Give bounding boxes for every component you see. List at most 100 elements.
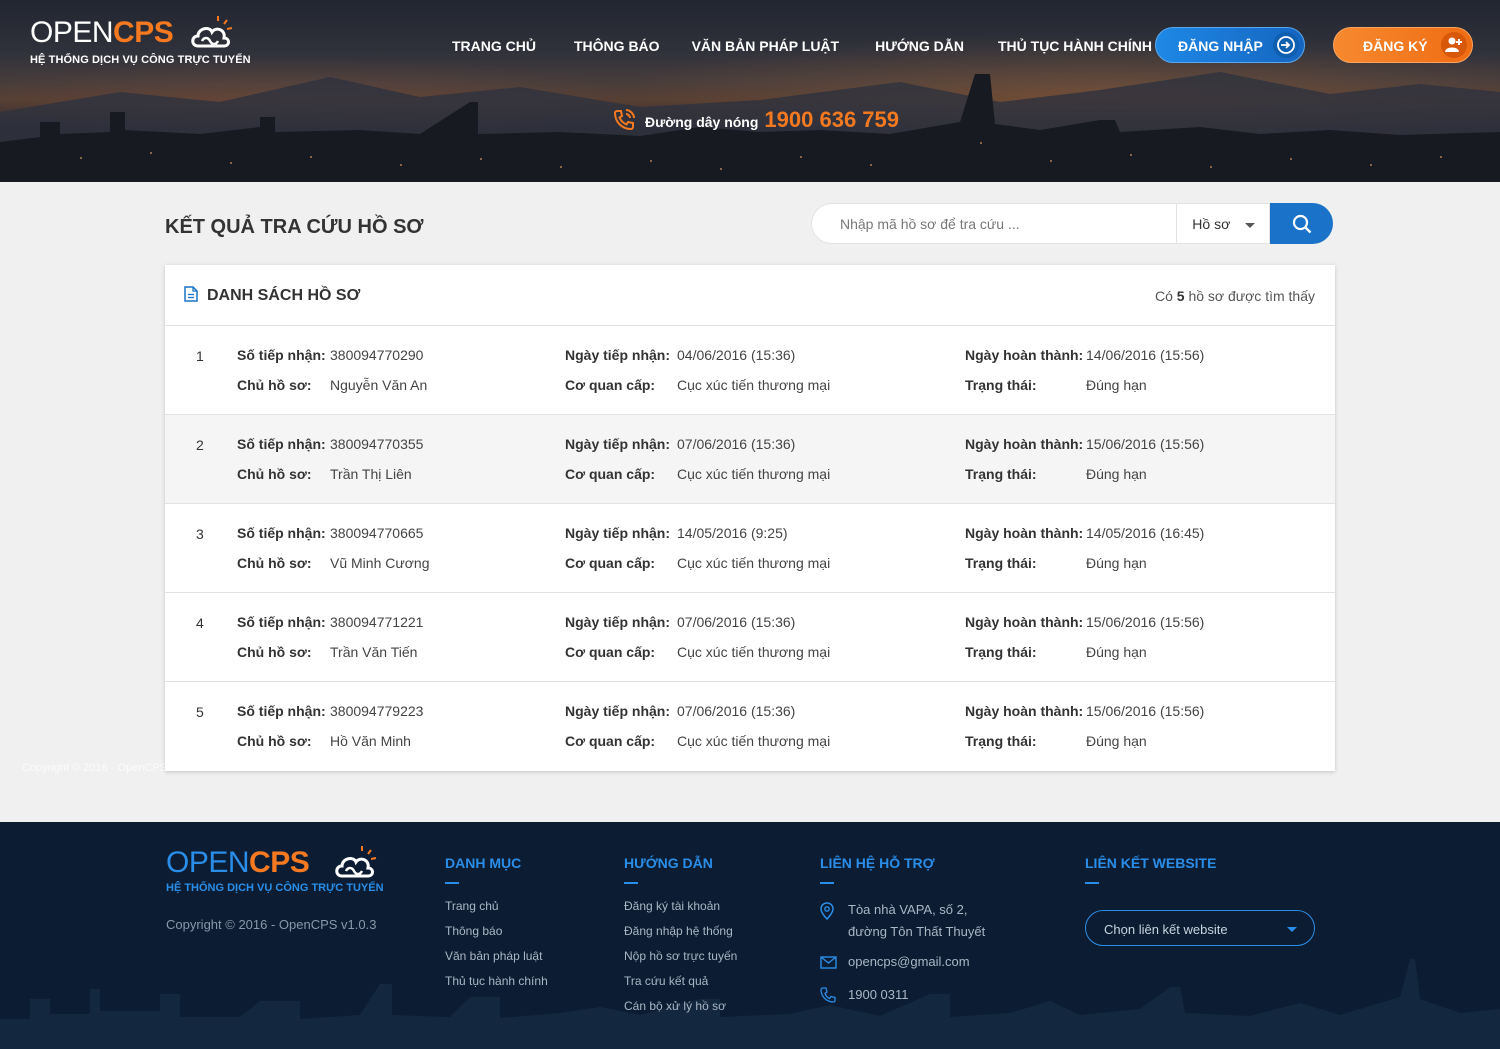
agency-value: Cục xúc tiến thương mại [677,466,831,482]
site-logo[interactable]: OPENCPS HỆ THỐNG DỊCH VỤ CÔNG TRỰC TUYẾN [30,16,251,66]
footer-link[interactable]: Tra cứu kết quả [624,974,737,999]
received-date-value: 07/06/2016 (15:36) [677,436,796,452]
result-card-header: DANH SÁCH HỒ SƠ Có 5 hồ sơ được tìm thấy [165,265,1335,326]
phone-icon [820,984,848,1010]
received-date-label: Ngày tiếp nhận: [565,614,671,630]
footer-link[interactable]: Nộp hồ sơ trực tuyến [624,949,737,974]
footer-link[interactable]: Trang chủ [445,899,548,924]
search-button[interactable] [1270,203,1334,244]
logo-tagline: HỆ THỐNG DỊCH VỤ CÔNG TRỰC TUYẾN [30,54,251,66]
owner-label: Chủ hồ sơ: [237,644,312,660]
cloud-logo-icon [335,846,377,878]
received-date-value: 04/06/2016 (15:36) [677,347,796,363]
owner-label: Chủ hồ sơ: [237,377,312,393]
contact-info: Tòa nhà VAPA, số 2, đường Tôn Thất Thuyết… [820,899,985,1010]
completed-date-value: 15/06/2016 (15:56) [1086,614,1205,630]
received-date-value: 07/06/2016 (15:36) [677,614,796,630]
chevron-down-icon [1287,927,1297,932]
completed-date-label: Ngày hoàn thành: [965,347,1084,363]
location-pin-icon [820,899,848,943]
agency-label: Cơ quan cấp: [565,377,656,393]
login-button-label: ĐĂNG NHẬP [1178,38,1263,54]
nav-thong-bao[interactable]: THÔNG BÁO [574,38,660,54]
phone-ringing-icon [613,109,635,131]
result-count-number: 5 [1176,288,1185,304]
contact-email-value[interactable]: opencps@gmail.com [848,951,970,976]
table-row[interactable]: 5 Số tiếp nhận: 380094779223 Chủ hồ sơ: … [165,682,1335,771]
agency-label: Cơ quan cấp: [565,555,656,571]
completed-date-value: 15/06/2016 (15:56) [1086,703,1205,719]
status-label: Trạng thái: [965,466,1037,482]
nav-van-ban-phap-luat[interactable]: VĂN BẢN PHÁP LUẬT [692,38,840,54]
received-date-value: 07/06/2016 (15:36) [677,703,796,719]
website-link-select[interactable]: Chọn liên kết website [1085,910,1315,946]
footer-col-title: HƯỚNG DẪN [624,855,713,871]
footer-link[interactable]: Đăng ký tài khoản [624,899,737,924]
address-line-1: Tòa nhà VAPA, số 2, [848,902,968,917]
footer-link[interactable]: Văn bản pháp luật [445,949,548,974]
row-index: 5 [196,704,204,720]
login-arrow-icon [1273,32,1299,58]
receipt-no-value: 380094770355 [330,436,424,452]
page-title: KẾT QUẢ TRA CỨU HỒ SƠ [165,216,424,238]
status-value: Đúng hạn [1086,644,1147,660]
nav-trang-chu[interactable]: TRANG CHỦ [452,38,536,54]
list-title: DANH SÁCH HỒ SƠ [207,287,361,304]
website-link-select-value: Chọn liên kết website [1104,922,1228,937]
table-row[interactable]: 2 Số tiếp nhận: 380094770355 Chủ hồ sơ: … [165,415,1335,504]
agency-value: Cục xúc tiến thương mại [677,555,831,571]
agency-label: Cơ quan cấp: [565,466,656,482]
row-index: 3 [196,526,204,542]
contact-address: Tòa nhà VAPA, số 2, đường Tôn Thất Thuyết [820,899,985,943]
footer-link[interactable]: Thông báo [445,924,548,949]
footer-col-danh-muc: DANH MỤC Trang chủ Thông báo Văn bản phá… [445,855,548,999]
owner-label: Chủ hồ sơ: [237,733,312,749]
agency-label: Cơ quan cấp: [565,733,656,749]
owner-value: Vũ Minh Cương [330,555,430,571]
receipt-no-label: Số tiếp nhận: [237,347,326,363]
footer-link[interactable]: Đăng nhập hệ thống [624,924,737,949]
footer-col-divider [820,882,834,884]
logo-open-text: OPEN [30,16,114,49]
footer-link[interactable]: Thủ tục hành chính [445,974,548,999]
completed-date-label: Ngày hoàn thành: [965,525,1084,541]
add-user-icon [1441,32,1467,58]
search-input[interactable] [811,203,1177,244]
footer-logo-open-text: OPEN [166,846,250,879]
status-label: Trạng thái: [965,644,1037,660]
table-row[interactable]: 3 Số tiếp nhận: 380094770665 Chủ hồ sơ: … [165,504,1335,593]
table-row[interactable]: 4 Số tiếp nhận: 380094771221 Chủ hồ sơ: … [165,593,1335,682]
receipt-no-label: Số tiếp nhận: [237,703,326,719]
faded-copyright-text: Copyright © 2016 - OpenCPS v1.0.3 [22,762,201,774]
result-card: DANH SÁCH HỒ SƠ Có 5 hồ sơ được tìm thấy… [165,265,1335,771]
row-index: 4 [196,615,204,631]
logo-cps-text: CPS [113,16,174,49]
hotline-number[interactable]: 1900 636 759 [764,107,899,133]
search-type-select[interactable]: Hồ sơ [1176,203,1271,244]
footer-logo[interactable]: OPENCPS HỆ THỐNG DỊCH VỤ CÔNG TRỰC TUYẾN [166,846,384,894]
document-icon [184,286,198,302]
status-value: Đúng hạn [1086,466,1147,482]
footer-copyright: Copyright © 2016 - OpenCPS v1.0.3 [166,917,377,932]
register-button[interactable]: ĐĂNG KÝ [1333,27,1473,63]
contact-phone: 1900 0311 [820,984,985,1010]
footer-col-huong-dan: HƯỚNG DẪN Đăng ký tài khoản Đăng nhập hệ… [624,855,737,1024]
footer-link-list: Đăng ký tài khoản Đăng nhập hệ thống Nộp… [624,899,737,1024]
login-button[interactable]: ĐĂNG NHẬP [1155,27,1305,63]
contact-phone-value[interactable]: 1900 0311 [848,984,909,1010]
row-index: 1 [196,348,204,364]
nav-thu-tuc-hanh-chinh[interactable]: THỦ TỤC HÀNH CHÍNH [998,38,1152,54]
footer: OPENCPS HỆ THỐNG DỊCH VỤ CÔNG TRỰC TUYẾN… [0,822,1500,1049]
receipt-no-label: Số tiếp nhận: [237,436,326,452]
agency-label: Cơ quan cấp: [565,644,656,660]
footer-link[interactable]: Cán bộ xử lý hồ sơ [624,999,737,1024]
agency-value: Cục xúc tiến thương mại [677,733,831,749]
status-label: Trạng thái: [965,377,1037,393]
nav-huong-dan[interactable]: HƯỚNG DẪN [875,38,964,54]
receipt-no-value: 380094771221 [330,614,424,630]
register-button-label: ĐĂNG KÝ [1363,38,1428,54]
owner-label: Chủ hồ sơ: [237,466,312,482]
receipt-no-value: 380094779223 [330,703,424,719]
table-row[interactable]: 1 Số tiếp nhận: 380094770290 Chủ hồ sơ: … [165,326,1335,415]
footer-link-list: Trang chủ Thông báo Văn bản pháp luật Th… [445,899,548,999]
